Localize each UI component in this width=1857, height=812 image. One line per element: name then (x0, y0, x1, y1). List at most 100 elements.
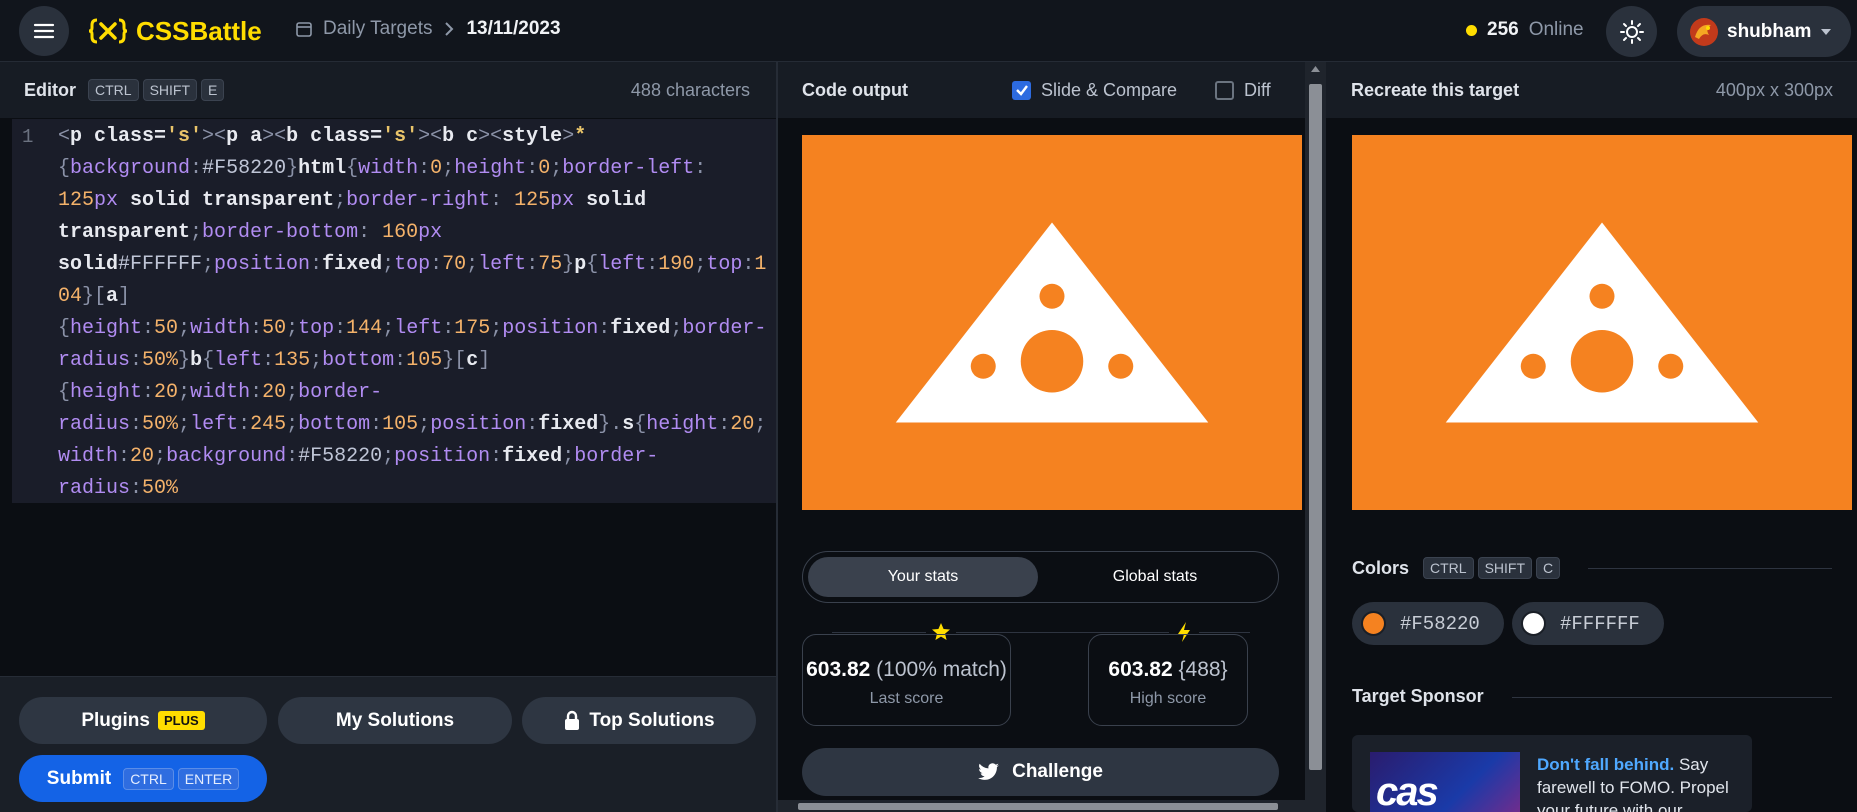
code-line: transparent;border-bottom: 160px (58, 221, 443, 244)
code-line: 04}[a] (58, 285, 131, 308)
output-render (802, 135, 1302, 510)
line-number: 1 (22, 126, 34, 148)
diff-toggle[interactable]: Diff (1215, 80, 1271, 101)
editor-shortcut-key: SHIFT (142, 79, 198, 101)
color-swatch-white[interactable]: #FFFFFF (1512, 602, 1664, 645)
output-header: Code output Slide & Compare Diff (778, 62, 1305, 118)
check-icon (1015, 85, 1028, 96)
sponsor-section-title: Target Sponsor (1352, 686, 1484, 707)
top-solutions-button[interactable]: Top Solutions (522, 697, 756, 744)
colors-section-title: Colors CTRL SHIFT C (1352, 557, 1561, 579)
online-count: 256 (1487, 19, 1519, 40)
target-header: Recreate this target 400px x 300px (1326, 62, 1857, 118)
scroll-up-icon[interactable] (1305, 62, 1326, 76)
sponsor-image: cas (1370, 752, 1520, 812)
diff-checkbox[interactable] (1215, 80, 1234, 100)
logo[interactable]: CSSBattle (88, 16, 262, 46)
username: shubham (1727, 20, 1812, 42)
slide-compare-checkbox[interactable] (1012, 80, 1031, 100)
breadcrumb-date: 13/11/2023 (466, 18, 561, 39)
code-editor[interactable]: 1 <p class='s'><p a><b class='s'><b c><s… (12, 119, 776, 503)
horizontal-scrollbar[interactable] (778, 800, 1305, 812)
my-solutions-button[interactable]: My Solutions (278, 697, 512, 744)
menu-icon (33, 23, 55, 39)
color-hex: #F58220 (1400, 612, 1480, 635)
submit-label: Submit (46, 767, 112, 789)
user-menu-button[interactable]: shubham (1677, 6, 1851, 57)
code-line: radius:50% (58, 477, 179, 500)
sponsor-highlight: Don't fall behind. (1537, 755, 1675, 774)
target-image[interactable] (1352, 135, 1852, 510)
theme-toggle-button[interactable] (1606, 6, 1657, 57)
colors-divider (1588, 568, 1832, 569)
horizontal-scrollbar-thumb[interactable] (798, 803, 1278, 810)
output-title: Code output (802, 79, 908, 100)
last-score-card: 603.82 (100% match) Last score (802, 634, 1011, 726)
editor-actions: Plugins PLUS My Solutions Top Solutions … (0, 676, 776, 812)
breadcrumb: Daily Targets 13/11/2023 (295, 18, 561, 40)
color-hex: #FFFFFF (1560, 612, 1640, 635)
avatar (1690, 17, 1718, 46)
high-score-card: 603.82 {488} High score (1088, 634, 1248, 726)
code-line: solid#FFFFFF;position:fixed;top:70;left:… (58, 253, 767, 276)
color-dot (1521, 611, 1546, 636)
tab-global-stats[interactable]: Global stats (1040, 557, 1270, 597)
diff-label: Diff (1244, 79, 1271, 100)
top-bar: CSSBattle Daily Targets 13/11/2023 256 O… (0, 0, 1857, 62)
colors-shortcut-key: CTRL (1423, 557, 1474, 579)
slide-compare-toggle[interactable]: Slide & Compare (1012, 80, 1177, 101)
online-indicator: 256 Online (1466, 19, 1584, 41)
breadcrumb-daily-targets[interactable]: Daily Targets (323, 18, 432, 40)
editor-shortcut-key: CTRL (88, 79, 139, 101)
top-solutions-label: Top Solutions (589, 709, 715, 731)
target-title: Recreate this target (1351, 79, 1520, 100)
logo-icon (88, 18, 128, 44)
high-score-label: High score (1129, 690, 1207, 707)
tab-your-stats[interactable]: Your stats (808, 557, 1038, 597)
color-swatch-orange[interactable]: #F58220 (1352, 602, 1504, 645)
editor-header: Editor CTRL SHIFT E 488 characters (0, 62, 776, 118)
hamburger-menu-button[interactable] (19, 6, 69, 56)
sun-icon (1619, 19, 1644, 44)
color-dot (1361, 611, 1386, 636)
twitter-icon (978, 763, 999, 780)
scrollbar-thumb[interactable] (1309, 84, 1322, 770)
code-line: width:20;background:#F58220;position:fix… (58, 445, 659, 468)
high-score-value: 603.82 (1108, 658, 1173, 681)
colors-title: Colors (1352, 557, 1410, 578)
sponsor-text: Don't fall behind. Say farewell to FOMO.… (1537, 753, 1742, 812)
last-score-label: Last score (869, 690, 944, 707)
chevron-right-icon (445, 22, 454, 36)
code-line: {height:20;width:20;border- (58, 381, 383, 404)
calendar-icon (296, 22, 312, 37)
sponsor-image-text: cas (1376, 770, 1439, 812)
challenge-button[interactable]: Challenge (802, 748, 1279, 796)
logo-text: CSSBattle (136, 15, 262, 46)
sponsor-card[interactable]: cas Don't fall behind. Say farewell to F… (1352, 735, 1752, 812)
code-line: 125px solid transparent;border-right: 12… (58, 189, 647, 212)
online-label: Online (1528, 19, 1584, 40)
last-score-detail: (100% match) (876, 658, 1007, 681)
plugins-button[interactable]: Plugins PLUS (19, 697, 267, 744)
panel-divider[interactable] (776, 62, 778, 812)
character-count: 488 characters (630, 80, 750, 100)
code-output-canvas[interactable] (802, 135, 1302, 510)
lock-icon (565, 710, 580, 730)
colors-shortcut-key: C (1536, 557, 1561, 579)
last-score-value: 603.82 (806, 658, 871, 681)
target-render (1352, 135, 1852, 510)
output-scrollbar[interactable] (1305, 62, 1326, 812)
plus-badge: PLUS (157, 711, 205, 730)
slide-compare-label: Slide & Compare (1041, 79, 1178, 100)
code-line: {height:50;width:50;top:144;left:175;pos… (58, 317, 767, 340)
code-line: radius:50%;left:245;bottom:105;position:… (58, 413, 767, 436)
editor-shortcut-key: E (201, 79, 225, 101)
sponsor-title: Target Sponsor (1352, 686, 1484, 706)
challenge-label: Challenge (1012, 761, 1103, 782)
submit-button[interactable]: Submit CTRL ENTER (19, 755, 267, 802)
sponsor-divider (1512, 697, 1832, 698)
high-score-detail: {488} (1178, 658, 1228, 681)
code-line: radius:50%}b{left:135;bottom:105}[c] (58, 349, 491, 372)
target-size: 400px x 300px (1715, 80, 1833, 100)
submit-shortcut-key: ENTER (177, 767, 240, 790)
